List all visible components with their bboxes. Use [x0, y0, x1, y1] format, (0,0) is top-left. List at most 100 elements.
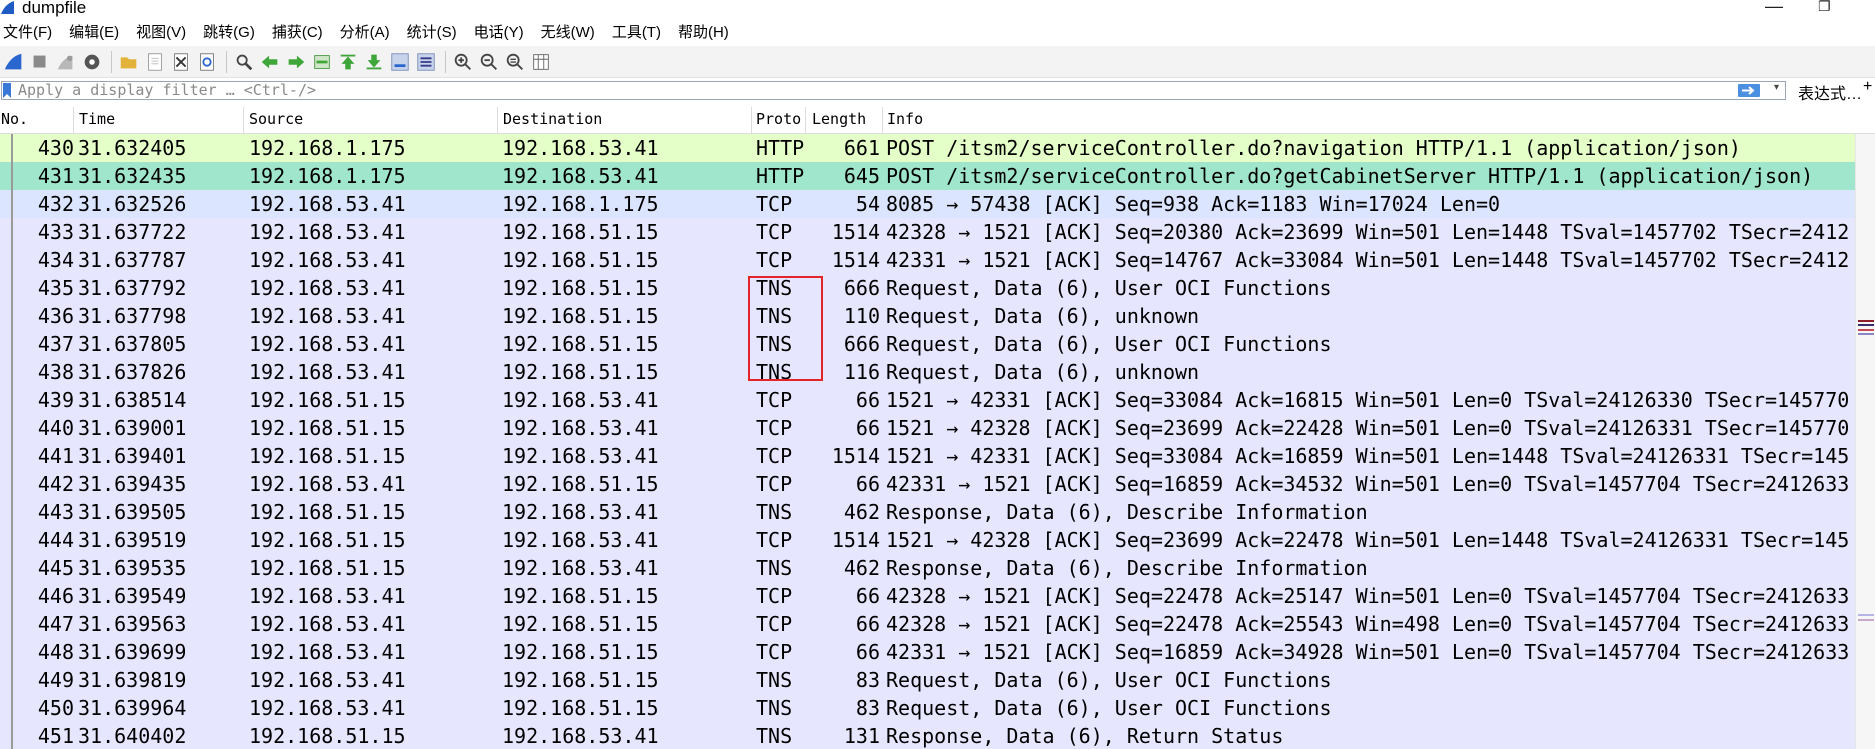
packet-row[interactable]: 437 31.637805 192.168.53.41 192.168.51.15 TN… — [0, 330, 1855, 358]
column-divider[interactable] — [882, 107, 883, 133]
packet-time: 31.639401 — [78, 444, 187, 468]
apply-filter-arrow-icon[interactable] — [1738, 84, 1760, 97]
packet-time: 31.637826 — [78, 360, 187, 384]
column-header-source[interactable]: Source — [249, 110, 303, 128]
wireshark-app-icon — [1, 1, 14, 14]
zoom-in-icon[interactable] — [451, 50, 475, 74]
packet-length: 1514 — [831, 528, 880, 552]
packet-destination: 192.168.53.41 — [502, 388, 659, 412]
packet-row[interactable]: 433 31.637722 192.168.53.41 192.168.51.15 TC… — [0, 218, 1855, 246]
column-header-protocol[interactable]: Proto — [756, 110, 804, 128]
packet-length: 666 — [843, 332, 880, 356]
packet-row[interactable]: 435 31.637792 192.168.53.41 192.168.51.15 TN… — [0, 274, 1855, 302]
packet-no: 439 — [37, 388, 74, 412]
packet-row[interactable]: 449 31.639819 192.168.53.41 192.168.51.15 TN… — [0, 666, 1855, 694]
packet-source: 192.168.53.41 — [249, 612, 406, 636]
filter-history-dropdown-icon[interactable]: ▾ — [1774, 82, 1779, 93]
packet-row[interactable]: 451 31.640402 192.168.51.15 192.168.53.41 TN… — [0, 722, 1855, 749]
menu-item[interactable]: 编辑(E) — [66, 21, 125, 42]
save-file-icon[interactable] — [143, 50, 167, 74]
packet-row[interactable]: 445 31.639535 192.168.51.15 192.168.53.41 TN… — [0, 554, 1855, 582]
column-divider[interactable] — [73, 107, 74, 133]
open-file-icon[interactable] — [117, 50, 141, 74]
packet-row[interactable]: 442 31.639435 192.168.53.41 192.168.51.15 TC… — [0, 470, 1855, 498]
go-forward-icon[interactable] — [284, 50, 308, 74]
capture-options-icon[interactable] — [80, 50, 104, 74]
column-divider[interactable] — [751, 107, 752, 133]
packet-row[interactable]: 438 31.637826 192.168.53.41 192.168.51.15 TN… — [0, 358, 1855, 386]
related-packet-marker — [11, 190, 13, 218]
packet-row[interactable]: 443 31.639505 192.168.51.15 192.168.53.41 TN… — [0, 498, 1855, 526]
menu-item[interactable]: 视图(V) — [133, 21, 192, 42]
packet-info: Request, Data (6), unknown — [886, 304, 1200, 328]
packet-time: 31.637792 — [78, 276, 187, 300]
column-header-info[interactable]: Info — [887, 110, 923, 128]
packet-row[interactable]: 440 31.639001 192.168.51.15 192.168.53.41 TC… — [0, 414, 1855, 442]
colorize-icon[interactable] — [414, 50, 438, 74]
packet-protocol: TCP — [756, 584, 793, 608]
packet-no: 444 — [37, 528, 74, 552]
column-header-time[interactable]: Time — [79, 110, 115, 128]
column-divider[interactable] — [497, 107, 498, 133]
menu-item[interactable]: 分析(A) — [337, 21, 396, 42]
packet-destination: 192.168.51.15 — [502, 584, 659, 608]
column-divider[interactable] — [243, 107, 244, 133]
packet-protocol: HTTP — [756, 136, 805, 160]
packet-row[interactable]: 448 31.639699 192.168.53.41 192.168.51.15 TC… — [0, 638, 1855, 666]
packet-info: 42331 → 1521 [ACK] Seq=16859 Ack=34928 W… — [886, 640, 1850, 664]
packet-row[interactable]: 436 31.637798 192.168.53.41 192.168.51.15 TN… — [0, 302, 1855, 330]
packet-row[interactable]: 441 31.639401 192.168.51.15 192.168.53.41 TC… — [0, 442, 1855, 470]
go-back-icon[interactable] — [258, 50, 282, 74]
menu-item[interactable]: 文件(F) — [0, 21, 58, 42]
packet-list-minimap-scrollbar[interactable] — [1855, 134, 1875, 749]
packet-row[interactable]: 434 31.637787 192.168.53.41 192.168.51.15 TC… — [0, 246, 1855, 274]
related-packet-marker — [11, 666, 13, 694]
close-file-icon[interactable] — [169, 50, 193, 74]
expression-button[interactable]: 表达式… — [1798, 80, 1862, 104]
resize-columns-icon[interactable] — [529, 50, 553, 74]
packet-row[interactable]: 447 31.639563 192.168.53.41 192.168.51.15 TC… — [0, 610, 1855, 638]
packet-row[interactable]: 446 31.639549 192.168.53.41 192.168.51.15 TC… — [0, 582, 1855, 610]
packet-row[interactable]: 444 31.639519 192.168.51.15 192.168.53.41 TC… — [0, 526, 1855, 554]
zoom-normal-icon[interactable] — [503, 50, 527, 74]
restore-button[interactable]: ❐ — [1818, 0, 1831, 15]
packet-row[interactable]: 450 31.639964 192.168.53.41 192.168.51.15 TN… — [0, 694, 1855, 722]
related-packet-marker — [11, 134, 13, 162]
column-header-length[interactable]: Length — [812, 110, 866, 128]
packet-info: 42328 → 1521 [ACK] Seq=22478 Ack=25147 W… — [886, 584, 1850, 608]
packet-no: 440 — [37, 416, 74, 440]
menu-item[interactable]: 电话(Y) — [471, 21, 530, 42]
column-header-destination[interactable]: Destination — [503, 110, 602, 128]
menu-item[interactable]: 统计(S) — [404, 21, 463, 42]
stop-capture-icon[interactable] — [28, 50, 52, 74]
go-last-icon[interactable] — [362, 50, 386, 74]
display-filter-input[interactable]: Apply a display filter … <Ctrl-/> ▾ — [1, 81, 1786, 100]
packet-row[interactable]: 431 31.632435 192.168.1.175 192.168.53.41 HT… — [0, 162, 1855, 190]
filter-bookmark-icon[interactable] — [3, 83, 11, 98]
menu-item[interactable]: 工具(T) — [609, 21, 667, 42]
shark-fin-start-icon[interactable] — [2, 50, 26, 74]
related-packet-marker — [11, 722, 13, 749]
menu-item[interactable]: 无线(W) — [538, 21, 601, 42]
packet-row[interactable]: 430 31.632405 192.168.1.175 192.168.53.41 HT… — [0, 134, 1855, 162]
display-filter-bar: Apply a display filter … <Ctrl-/> ▾ 表达式…… — [0, 78, 1875, 104]
add-filter-button[interactable]: + — [1863, 78, 1872, 96]
packet-list[interactable]: 430 31.632405 192.168.1.175 192.168.53.41 HT… — [0, 134, 1855, 749]
reload-file-icon[interactable] — [195, 50, 219, 74]
column-divider[interactable] — [805, 107, 806, 133]
column-header-no[interactable]: No. — [1, 110, 28, 128]
minimize-button[interactable]: — — [1765, 0, 1783, 17]
restart-capture-icon[interactable] — [54, 50, 78, 74]
packet-destination: 192.168.51.15 — [502, 668, 659, 692]
packet-row[interactable]: 432 31.632526 192.168.53.41 192.168.1.175 TC… — [0, 190, 1855, 218]
go-to-packet-icon[interactable] — [310, 50, 334, 74]
menu-item[interactable]: 捕获(C) — [269, 21, 329, 42]
auto-scroll-icon[interactable] — [388, 50, 412, 74]
zoom-out-icon[interactable] — [477, 50, 501, 74]
packet-time: 31.639435 — [78, 472, 187, 496]
go-first-icon[interactable] — [336, 50, 360, 74]
menu-item[interactable]: 帮助(H) — [675, 21, 735, 42]
find-packet-icon[interactable] — [232, 50, 256, 74]
packet-row[interactable]: 439 31.638514 192.168.51.15 192.168.53.41 TC… — [0, 386, 1855, 414]
menu-item[interactable]: 跳转(G) — [200, 21, 261, 42]
